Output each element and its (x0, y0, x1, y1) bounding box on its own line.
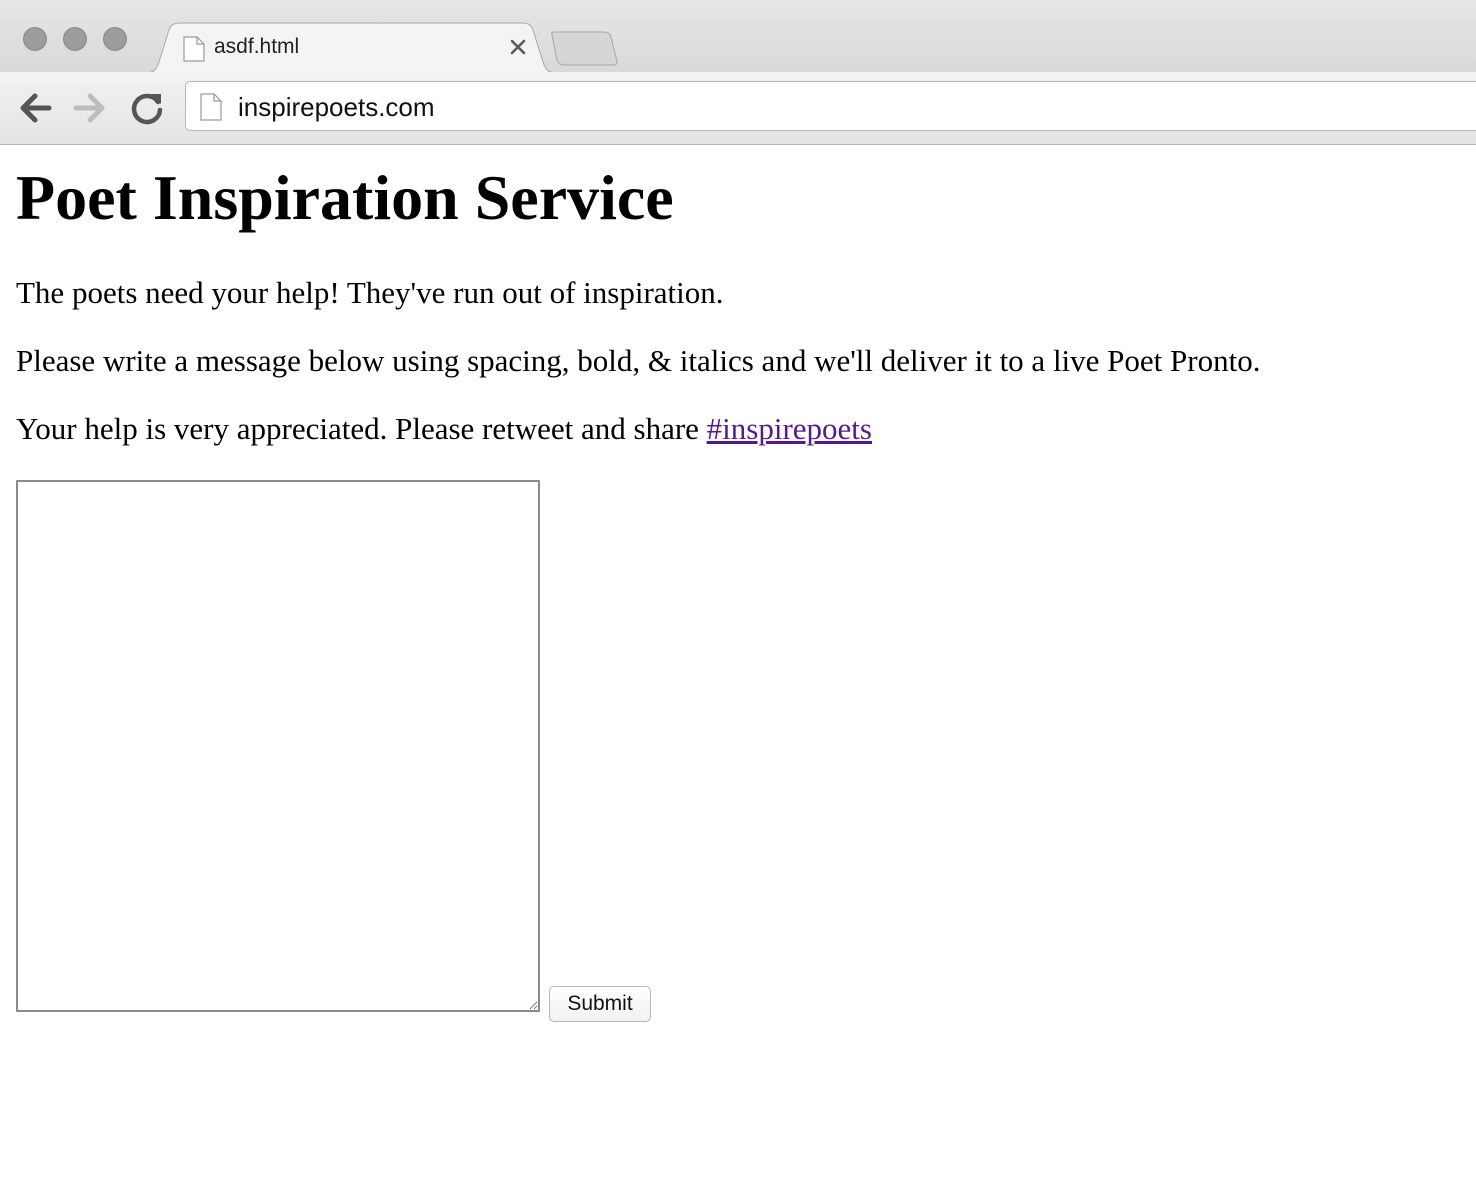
page-icon (183, 36, 205, 62)
zoom-window-button[interactable] (103, 27, 127, 51)
new-tab-button[interactable] (550, 30, 620, 66)
message-textarea[interactable] (16, 480, 540, 1012)
browser-toolbar: inspirepoets.com (0, 72, 1476, 144)
share-text: Your help is very appreciated. Please re… (16, 411, 707, 446)
address-bar[interactable]: inspirepoets.com (185, 81, 1476, 131)
submit-button[interactable]: Submit (549, 986, 651, 1022)
browser-chrome: asdf.html inspirepoets.com (0, 0, 1476, 145)
page-icon (200, 93, 222, 121)
intro-paragraph: The poets need your help! They've run ou… (16, 275, 724, 310)
tab-title: asdf.html (214, 35, 300, 58)
tab-asdf[interactable]: asdf.html (145, 22, 557, 74)
instructions-paragraph: Please write a message below using spaci… (16, 343, 1261, 378)
hashtag-link[interactable]: #inspirepoets (707, 411, 872, 446)
reload-icon[interactable] (127, 88, 167, 128)
url-text[interactable]: inspirepoets.com (238, 92, 435, 123)
tab-strip: asdf.html (0, 0, 1476, 74)
arrow-left-icon[interactable] (15, 88, 55, 128)
tab-shape (145, 22, 557, 74)
share-paragraph: Your help is very appreciated. Please re… (16, 411, 872, 447)
page-title: Poet Inspiration Service (16, 162, 674, 233)
page-content: Poet Inspiration Service The poets need … (0, 145, 1476, 1198)
minimize-window-button[interactable] (63, 27, 87, 51)
close-window-button[interactable] (23, 27, 47, 51)
arrow-right-icon[interactable] (70, 88, 110, 128)
close-icon[interactable] (507, 36, 529, 58)
